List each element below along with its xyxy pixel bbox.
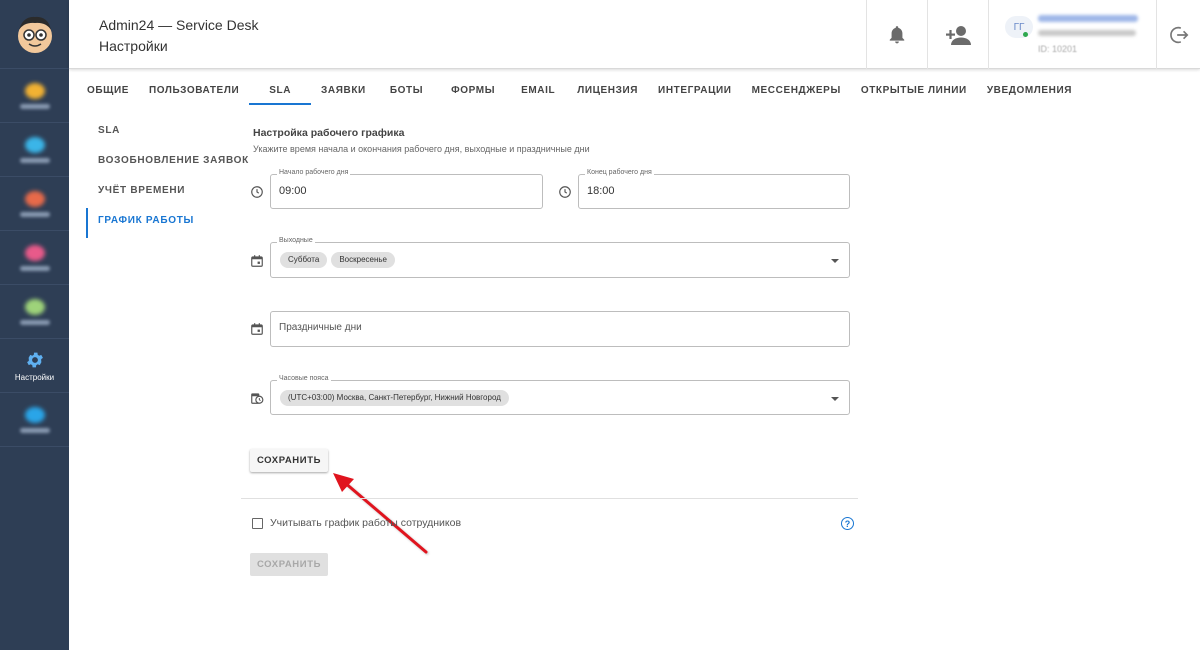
add-user-icon — [946, 25, 971, 45]
end-time-label: Конец рабочего дня — [585, 169, 654, 176]
calendar-icon — [251, 255, 263, 267]
top-header: Admin24 — Service Desk Настройки ГГ ID: … — [69, 0, 1200, 69]
timezone-chips: (UTC+03:00) Москва, Санкт-Петербург, Ниж… — [280, 390, 513, 406]
help-icon[interactable]: ? — [841, 517, 854, 530]
subnav-ticket-reopen[interactable]: ВОЗОБНОВЛЕНИЕ ЗАЯВОК — [86, 148, 249, 178]
holidays-placeholder: Праздничные дни — [279, 322, 362, 333]
annotation-arrow — [333, 473, 428, 554]
online-status-dot — [1023, 32, 1028, 37]
nav-blurred-label — [19, 157, 50, 163]
nav-settings-label: Настройки — [14, 372, 55, 382]
nav-item-4[interactable] — [0, 231, 69, 285]
tab-bots[interactable]: БОТЫ — [376, 78, 437, 105]
nav-item-5[interactable] — [0, 285, 69, 339]
app-title: Admin24 — Service Desk — [99, 17, 259, 33]
logo-icon — [17, 16, 52, 53]
avatar: ГГ — [1005, 16, 1033, 38]
sla-subnav: SLA ВОЗОБНОВЛЕНИЕ ЗАЯВОК УЧЁТ ВРЕМЕНИ ГР… — [86, 118, 249, 238]
nav-blurred-icon — [24, 190, 45, 207]
end-time-value: 18:00 — [587, 185, 615, 197]
nav-blurred-icon — [24, 298, 45, 315]
section-divider — [241, 498, 858, 499]
subnav-sla[interactable]: SLA — [86, 118, 249, 148]
nav-blurred-label — [19, 211, 50, 217]
nav-item-1[interactable] — [0, 69, 69, 123]
timezone-select[interactable]: Часовые пояса (UTC+03:00) Москва, Санкт-… — [270, 375, 850, 415]
nav-blurred-label — [19, 427, 50, 433]
nav-item-3[interactable] — [0, 177, 69, 231]
nav-blurred-icon — [24, 406, 45, 423]
logout-button[interactable] — [1156, 0, 1200, 69]
weekends-select[interactable]: Выходные Суббота Воскресенье — [270, 237, 850, 278]
timezone-chip[interactable]: (UTC+03:00) Москва, Санкт-Петербург, Ниж… — [280, 390, 509, 406]
nav-blurred-label — [19, 319, 50, 325]
save-schedule-button[interactable]: СОХРАНИТЬ — [250, 449, 328, 472]
calendar-icon — [251, 323, 263, 335]
bell-icon — [889, 25, 905, 43]
user-profile[interactable]: ГГ ID: 10201 — [988, 0, 1156, 69]
schedule-description: Укажите время начала и окончания рабочег… — [253, 144, 590, 154]
weekends-chips: Суббота Воскресенье — [280, 252, 399, 268]
start-time-field[interactable]: Начало рабочего дня 09:00 — [270, 169, 543, 209]
gear-icon — [26, 352, 43, 367]
user-name-blurred[interactable] — [1038, 15, 1138, 22]
schedule-title: Настройка рабочего графика — [253, 127, 405, 139]
nav-blurred-label — [19, 103, 50, 109]
weekends-label: Выходные — [277, 237, 315, 244]
page-title: Настройки — [99, 38, 168, 54]
user-id: ID: 10201 — [1038, 44, 1078, 54]
logout-icon — [1169, 26, 1188, 43]
chevron-down-icon[interactable] — [831, 259, 839, 263]
user-role-blurred — [1038, 30, 1136, 36]
weekend-chip-saturday[interactable]: Суббота — [280, 252, 328, 268]
start-time-value: 09:00 — [279, 185, 307, 197]
tab-license[interactable]: ЛИЦЕНЗИЯ — [567, 78, 648, 105]
start-time-label: Начало рабочего дня — [277, 169, 351, 176]
left-navigation: Настройки — [0, 0, 69, 650]
app-logo[interactable] — [0, 0, 69, 69]
tab-notifications[interactable]: УВЕДОМЛЕНИЯ — [977, 78, 1082, 105]
end-time-field[interactable]: Конец рабочего дня 18:00 — [578, 169, 850, 209]
tab-messengers[interactable]: МЕССЕНДЖЕРЫ — [742, 78, 851, 105]
subnav-work-schedule[interactable]: ГРАФИК РАБОТЫ — [86, 208, 249, 238]
tab-integrations[interactable]: ИНТЕГРАЦИИ — [648, 78, 742, 105]
holidays-field[interactable]: Праздничные дни — [270, 311, 850, 347]
chevron-down-icon[interactable] — [831, 397, 839, 401]
nav-blurred-label — [19, 265, 50, 271]
tab-forms[interactable]: ФОРМЫ — [437, 78, 509, 105]
employee-schedule-checkbox[interactable] — [252, 518, 263, 529]
clock-icon — [559, 186, 571, 198]
calendar-clock-icon — [251, 393, 264, 404]
nav-item-2[interactable] — [0, 123, 69, 177]
weekend-chip-sunday[interactable]: Воскресенье — [331, 252, 395, 268]
nav-blurred-icon — [24, 136, 45, 153]
tab-users[interactable]: ПОЛЬЗОВАТЕЛИ — [139, 78, 249, 105]
header-titles: Admin24 — Service Desk Настройки — [99, 16, 259, 55]
timezone-label: Часовые пояса — [277, 375, 331, 382]
employee-schedule-label[interactable]: Учитывать график работы сотрудников — [270, 517, 461, 529]
nav-blurred-icon — [24, 244, 45, 261]
add-user-button[interactable] — [927, 0, 988, 69]
tab-open-lines[interactable]: ОТКРЫТЫЕ ЛИНИИ — [851, 78, 977, 105]
clock-icon — [251, 186, 263, 198]
nav-item-settings[interactable]: Настройки — [0, 339, 69, 393]
nav-item-7[interactable] — [0, 393, 69, 447]
notifications-button[interactable] — [866, 0, 927, 69]
tab-email[interactable]: EMAIL — [509, 78, 567, 105]
subnav-time-tracking[interactable]: УЧЁТ ВРЕМЕНИ — [86, 178, 249, 208]
save-employees-button[interactable]: СОХРАНИТЬ — [250, 553, 328, 576]
tab-tickets[interactable]: ЗАЯВКИ — [311, 78, 376, 105]
nav-blurred-icon — [24, 82, 45, 99]
tab-sla[interactable]: SLA — [249, 78, 311, 105]
settings-tabs: ОБЩИЕ ПОЛЬЗОВАТЕЛИ SLA ЗАЯВКИ БОТЫ ФОРМЫ… — [69, 78, 1082, 106]
tab-general[interactable]: ОБЩИЕ — [69, 78, 139, 105]
